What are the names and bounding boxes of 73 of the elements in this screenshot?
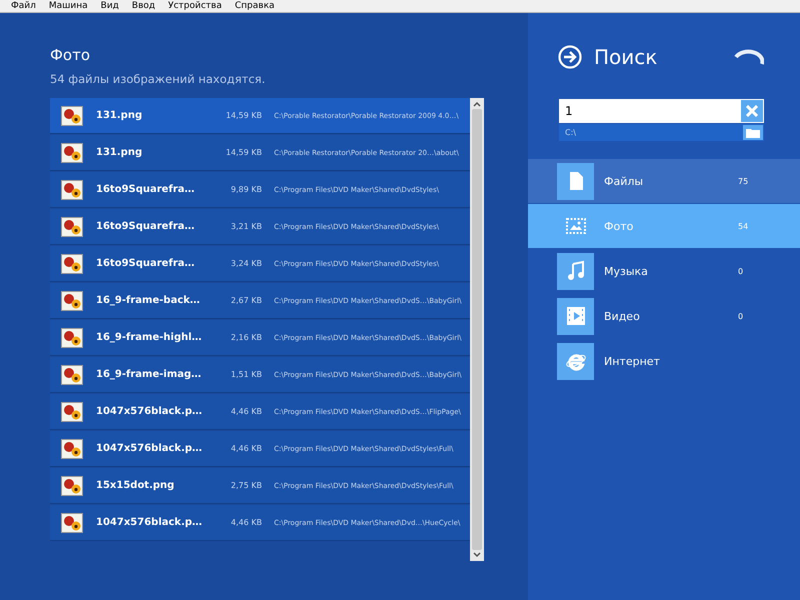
- file-size: 14,59 KB: [224, 148, 262, 157]
- file-name: 16to9Squarefra…: [96, 221, 196, 232]
- category-label: Файлы: [604, 174, 644, 188]
- file-size: 2,75 KB: [230, 481, 262, 490]
- browse-folder-button[interactable]: [743, 125, 763, 140]
- file-name: 1047x576black.p…: [96, 406, 204, 417]
- flower-image-icon: [61, 364, 83, 384]
- menu-item[interactable]: Машина: [44, 0, 96, 12]
- flower-image-icon: [61, 106, 83, 126]
- flower-image-icon: [61, 328, 83, 348]
- arrow-circle-icon[interactable]: [558, 45, 582, 69]
- category-label: Видео: [604, 310, 641, 322]
- file-name: 16_9-frame-highl…: [96, 332, 203, 343]
- menu-item[interactable]: Вид: [96, 0, 127, 12]
- file-size: 4,46 KB: [230, 444, 262, 453]
- file-name: 16to9Squarefra…: [96, 258, 196, 269]
- menu-item[interactable]: Файл: [6, 0, 44, 12]
- category-item[interactable]: Интернет: [528, 339, 800, 383]
- category-label: Интернет: [604, 354, 661, 368]
- clear-button[interactable]: [740, 99, 764, 123]
- file-size: 4,46 KB: [230, 518, 262, 527]
- category-item[interactable]: Музыка 0: [528, 249, 800, 293]
- file-name: 131.png: [96, 110, 144, 121]
- video-icon: [564, 305, 586, 327]
- scroll-down-icon[interactable]: [473, 552, 481, 558]
- flower-image-icon: [61, 180, 83, 200]
- file-name: 16_9-frame-back…: [96, 295, 201, 306]
- category-item[interactable]: Видео 0: [528, 294, 800, 338]
- results-title: Фото: [50, 46, 92, 64]
- file-name: 16_9-frame-imag…: [96, 369, 202, 380]
- flower-image-icon: [61, 290, 83, 310]
- flower-image-icon: [61, 402, 83, 422]
- file-size: 1,51 KB: [230, 370, 262, 379]
- flower-image-icon: [61, 216, 83, 236]
- close-icon: [746, 105, 758, 117]
- file-name: 15x15dot.png: [96, 480, 176, 491]
- category-item[interactable]: Файлы 75: [528, 159, 800, 203]
- file-name: 16to9Squarefra…: [96, 184, 196, 195]
- file-size: 9,89 KB: [230, 185, 262, 194]
- menu-item[interactable]: Ввод: [126, 0, 164, 12]
- file-name: 1047x576black.p…: [96, 443, 204, 454]
- menu-item[interactable]: Устройства: [163, 0, 230, 12]
- loading-spinner-icon: [734, 49, 764, 65]
- file-size: 3,24 KB: [230, 259, 262, 268]
- file-size: 3,21 KB: [230, 222, 262, 231]
- file-name: 131.png: [96, 147, 144, 158]
- scrollbar[interactable]: [470, 98, 484, 561]
- flower-image-icon: [61, 476, 83, 496]
- flower-image-icon: [61, 142, 83, 162]
- category-count: 54: [738, 222, 748, 230]
- menu-item[interactable]: Справка: [230, 0, 283, 12]
- location-path: C:\: [564, 128, 576, 137]
- search-title: Поиск: [594, 45, 658, 69]
- flower-image-icon: [61, 254, 83, 274]
- category-label: Музыка: [604, 264, 649, 278]
- location-field[interactable]: C:\: [559, 124, 764, 141]
- search-field[interactable]: 1: [559, 99, 740, 123]
- file-size: 2,16 KB: [230, 333, 262, 342]
- category-count: 75: [738, 176, 748, 186]
- results-summary: 54 файлы изображений находятся.: [50, 72, 266, 86]
- file-size: 2,67 KB: [230, 296, 262, 305]
- scroll-thumb[interactable]: [472, 109, 482, 550]
- folder-icon: [746, 128, 760, 138]
- scroll-up-icon[interactable]: [473, 101, 481, 107]
- flower-image-icon: [61, 512, 83, 532]
- photo-icon: [564, 215, 586, 237]
- file-name: 1047x576black.p…: [96, 517, 204, 528]
- category-count: 0: [738, 312, 744, 320]
- file-size: 4,46 KB: [230, 407, 262, 416]
- file-size: 14,59 KB: [224, 111, 262, 120]
- flower-image-icon: [61, 438, 83, 458]
- category-label: Фото: [604, 220, 634, 232]
- category-count: 0: [738, 266, 744, 276]
